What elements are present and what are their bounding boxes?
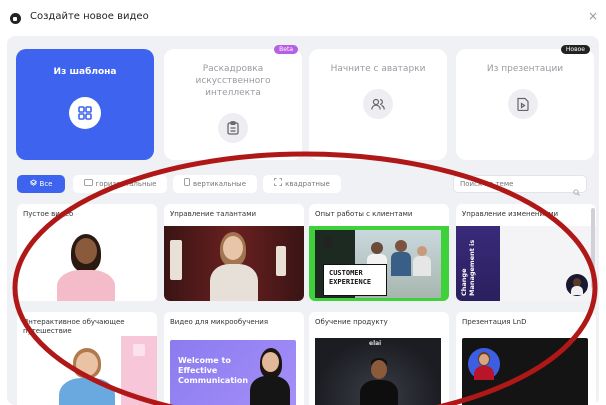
elai-logo: elai — [369, 340, 382, 347]
filter-all[interactable]: Все — [17, 175, 65, 193]
video-camera-icon — [10, 13, 21, 24]
horizontal-rect-icon — [83, 175, 93, 193]
template-thumbnail: Change Management is — [456, 226, 596, 301]
filter-label: горизонтальные — [95, 180, 157, 188]
template-card-interactive-journey[interactable]: Интерактивное обучающее путешествие — [17, 312, 157, 405]
avatar-presenter — [248, 348, 292, 405]
ai-storyboard-option[interactable]: Beta Раскадровка искусственного интеллек… — [164, 45, 302, 160]
avatar-presenter — [206, 232, 262, 301]
dialog-header: Создайте новое видео × — [0, 0, 606, 36]
layers-icon — [29, 175, 37, 193]
new-badge: Новое — [560, 45, 590, 54]
template-title: Презентация LnD — [462, 318, 527, 326]
option-label: Начните с аватарки — [330, 64, 426, 74]
filter-label: Все — [39, 180, 53, 188]
grid-icon — [69, 97, 101, 129]
beta-badge: Beta — [274, 45, 298, 54]
template-title: Видео для микрообучения — [170, 318, 269, 326]
change-management-text: Change Management is — [460, 239, 476, 296]
avatar-presenter — [357, 358, 401, 405]
close-button[interactable]: × — [588, 9, 598, 23]
template-card-product-training[interactable]: Обучение продукту elai — [309, 312, 449, 405]
search-box — [453, 175, 587, 196]
option-label: Из презентации — [486, 64, 564, 74]
template-card-change-management[interactable]: Управление изменениями Change Management… — [456, 204, 596, 301]
vertical-rect-icon — [184, 175, 190, 193]
template-card-customer-experience[interactable]: Опыт работы с клиентами CUSTOMER EXPERIE… — [309, 204, 449, 301]
template-card-lnd-presentation[interactable]: Презентация LnD — [456, 312, 596, 405]
template-title: Обучение продукту — [315, 318, 388, 326]
template-title: Интерактивное обучающее путешествие — [23, 318, 125, 335]
users-icon — [363, 89, 393, 119]
template-title: Пустое видео — [23, 210, 74, 218]
template-title: Опыт работы с клиентами — [315, 210, 413, 218]
template-thumbnail: CUSTOMER EXPERIENCE — [309, 226, 449, 301]
avatar-circle — [468, 348, 500, 380]
avatar-presenter — [51, 232, 121, 301]
filter-horizontal[interactable]: горизонтальные — [73, 175, 167, 193]
template-card-microlearning[interactable]: Видео для микрообучения Welcome to Effec… — [164, 312, 304, 405]
filter-vertical[interactable]: вертикальные — [173, 175, 257, 193]
filter-label: вертикальные — [192, 180, 247, 188]
template-thumbnail — [17, 224, 157, 301]
template-thumbnail — [456, 334, 596, 405]
customer-experience-label: CUSTOMER EXPERIENCE — [323, 264, 387, 296]
search-icon[interactable] — [573, 181, 580, 200]
dialog-body: Из шаблона Beta Раскадровка искусственно… — [7, 36, 599, 405]
filter-label: квадратные — [285, 180, 330, 188]
from-template-option[interactable]: Из шаблона — [16, 49, 154, 160]
search-input[interactable] — [460, 180, 570, 188]
avatar-circle — [566, 274, 588, 296]
clipboard-icon — [218, 113, 248, 143]
template-thumbnail — [17, 336, 157, 405]
filter-bar: Все горизонтальные вертикальные квадратн… — [7, 175, 599, 196]
option-label: Из шаблона — [53, 67, 117, 77]
template-card-talent-management[interactable]: Управление талантами — [164, 204, 304, 301]
template-thumbnail: Welcome to Effective Communication — [164, 334, 304, 405]
square-frame-icon — [274, 175, 283, 193]
avatar-presenter — [55, 348, 119, 405]
template-card-blank-video[interactable]: Пустое видео — [17, 204, 157, 301]
template-thumbnail: elai — [309, 334, 449, 405]
from-presentation-option[interactable]: Новое Из презентации — [456, 45, 594, 160]
template-title: Управление талантами — [170, 210, 257, 218]
welcome-text: Welcome to Effective Communication — [178, 356, 249, 385]
filter-square[interactable]: квадратные — [263, 175, 341, 193]
dialog-title: Создайте новое видео — [30, 11, 149, 22]
scrollbar-thumb[interactable] — [591, 208, 595, 288]
option-label: Раскадровка искусственного интеллекта — [195, 64, 271, 98]
template-thumbnail — [164, 226, 304, 301]
template-title: Управление изменениями — [462, 210, 559, 218]
presentation-file-icon — [508, 89, 538, 119]
start-with-avatar-option[interactable]: Начните с аватарки — [309, 49, 447, 160]
